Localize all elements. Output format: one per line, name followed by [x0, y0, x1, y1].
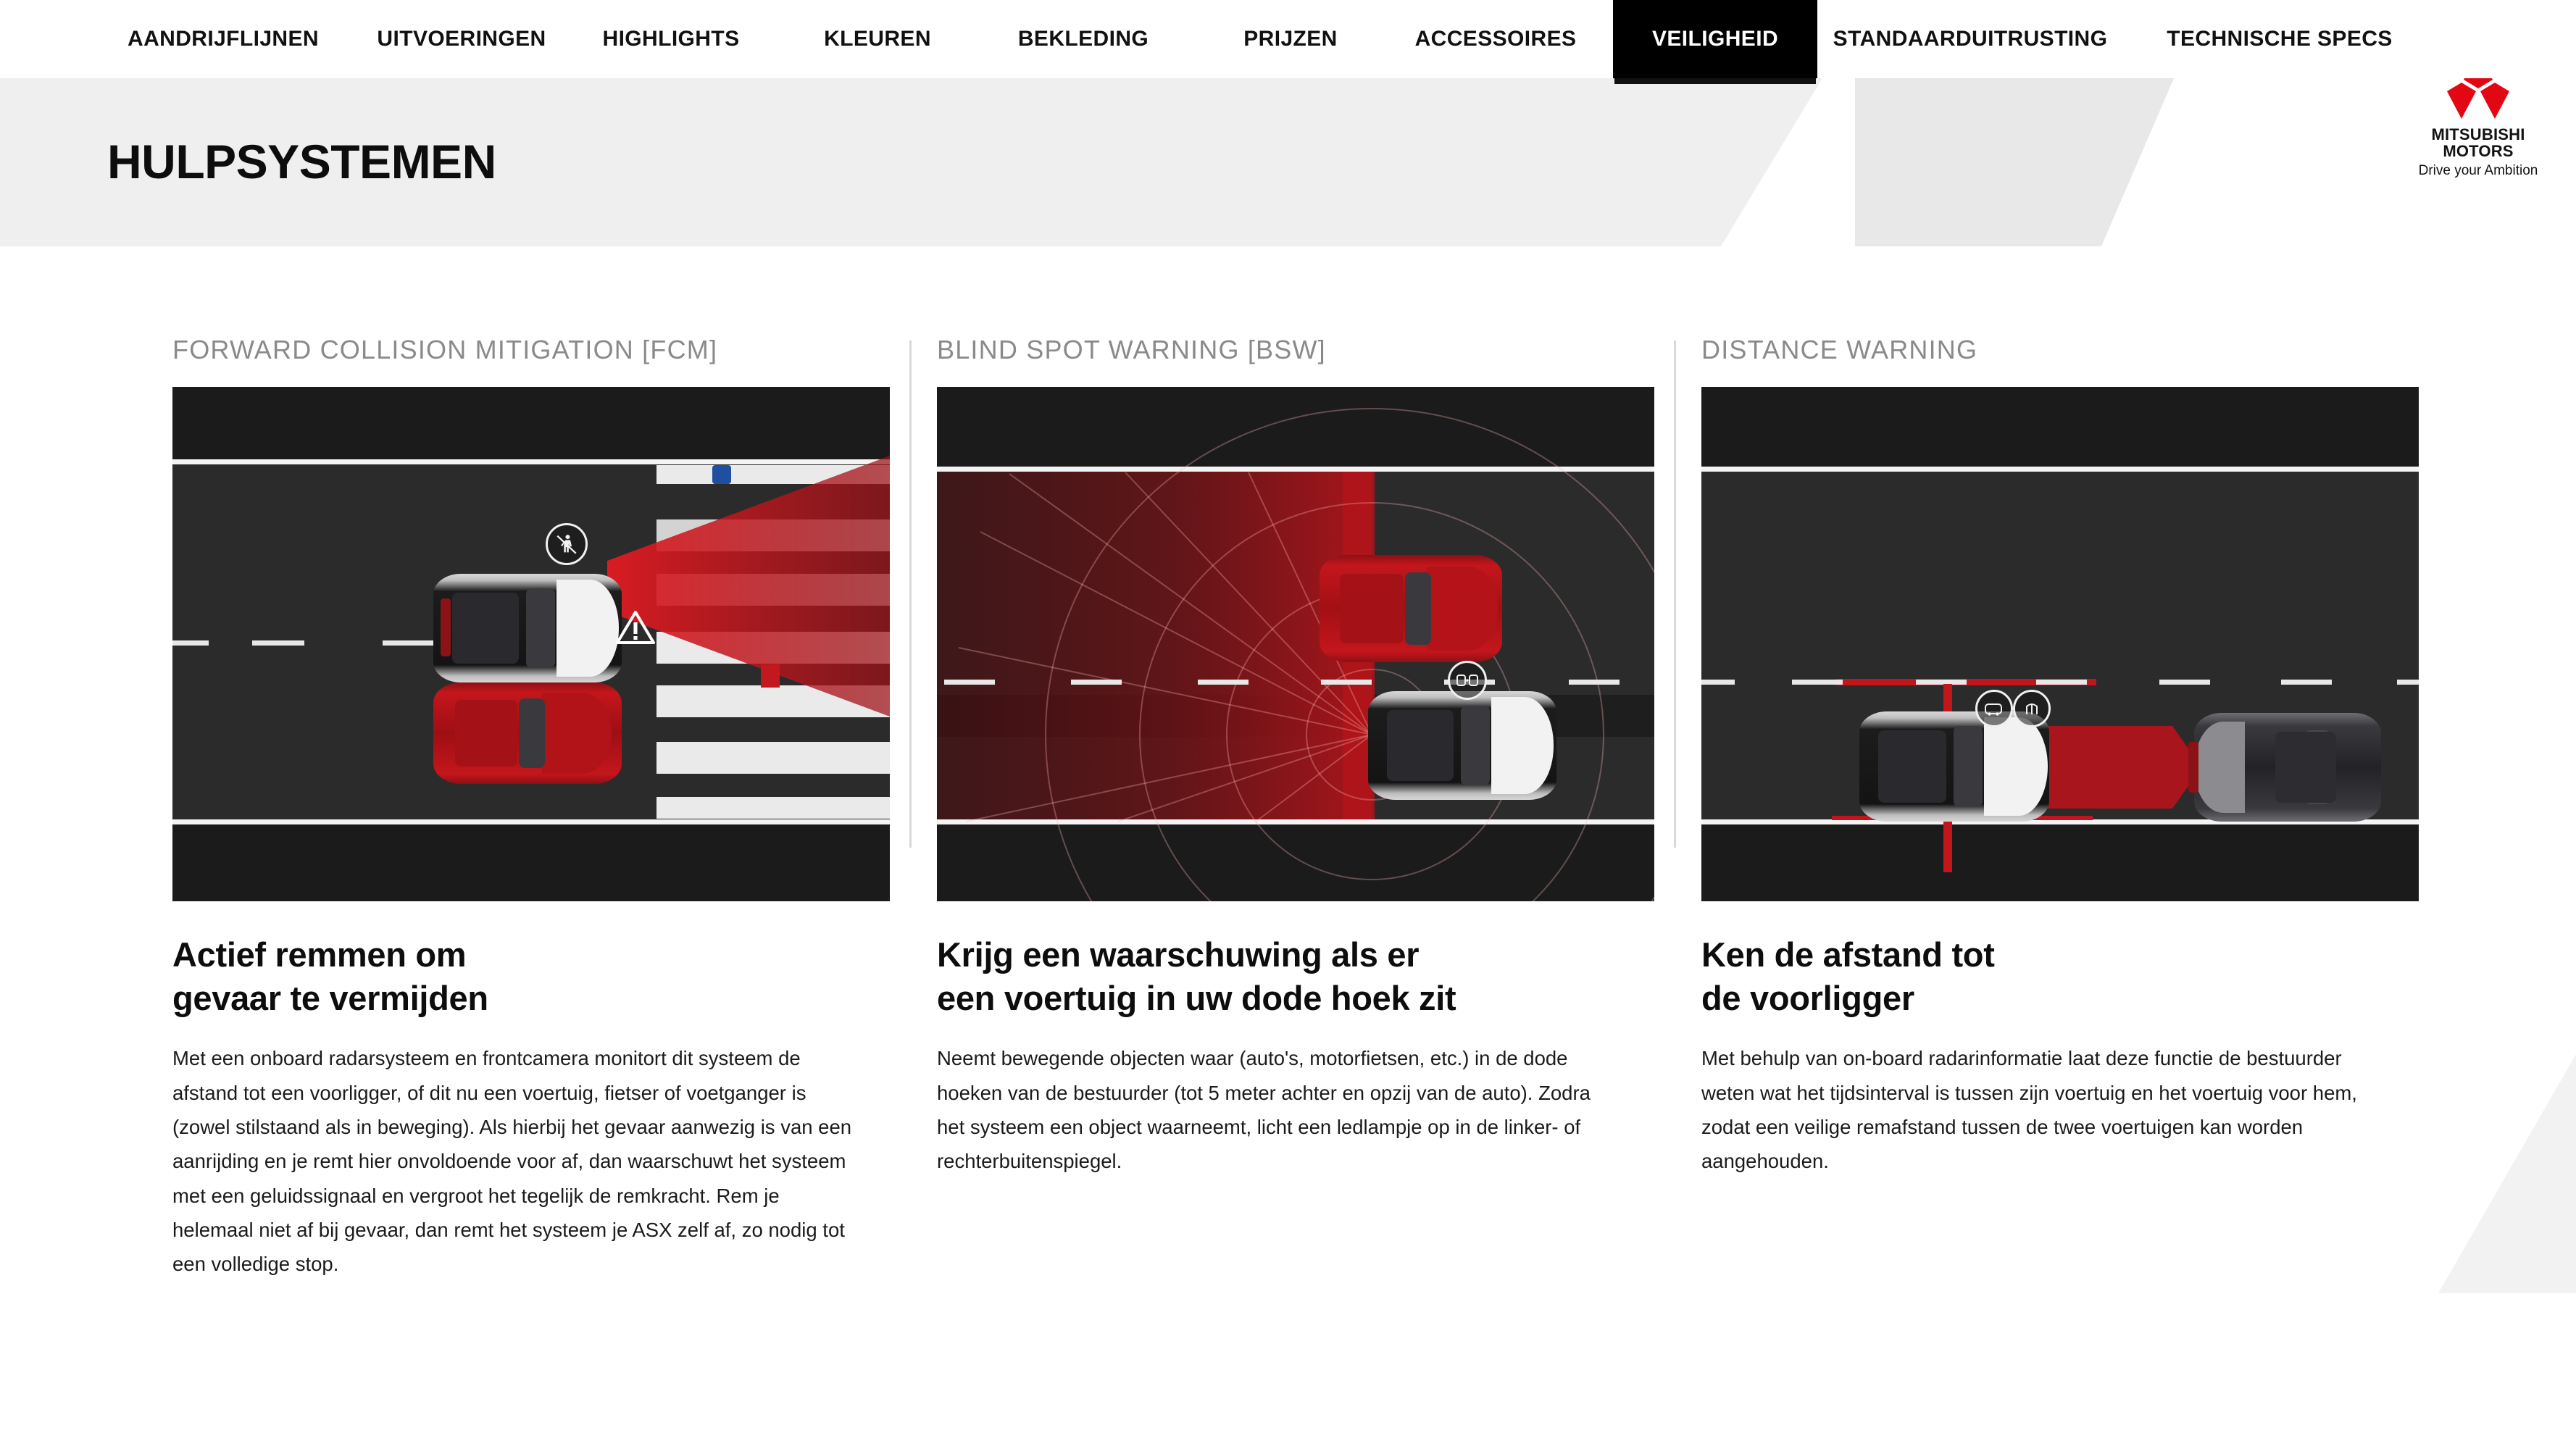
nav-item-uitvoeringen[interactable]: UITVOERINGEN	[371, 0, 552, 78]
lead-vehicle-grey	[2188, 713, 2381, 822]
nav-item-bekleding[interactable]: BEKLEDING	[1007, 0, 1159, 78]
logo-wordmark-line1: MITSUBISHI	[2431, 125, 2525, 143]
column-heading-bsw-line2: een voertuig in uw dode hoek zit	[937, 978, 1456, 1017]
column-heading-fcm: Actief remmen om gevaar te vermijden	[172, 933, 890, 1019]
column-divider-1	[909, 341, 912, 848]
decorative-corner-wedge	[2438, 1054, 2576, 1293]
column-heading-distance-warning-line1: Ken de afstand tot	[1701, 935, 1995, 974]
blind-spot-warning-icon	[1448, 661, 1487, 700]
nav-item-standaarduitrusting[interactable]: STANDAARDUITRUSTING	[1833, 0, 2107, 78]
obstacle-marker	[761, 664, 780, 688]
column-heading-fcm-line2: gevaar te vermijden	[172, 978, 488, 1017]
warning-triangle-icon	[616, 610, 655, 648]
distance-warning-icon	[1975, 690, 2013, 727]
pedestrian-marker	[712, 465, 731, 484]
page-title: HULPSYSTEMEN	[107, 135, 496, 188]
logo-wordmark-line2: MOTORS	[2443, 142, 2514, 160]
column-kicker-fcm: FORWARD COLLISION MITIGATION [FCM]	[172, 335, 718, 364]
column-kicker-bsw: BLIND SPOT WARNING [BSW]	[937, 335, 1326, 364]
vehicle-ahead-icon	[2013, 690, 2051, 727]
column-heading-distance-warning-line2: de voorligger	[1701, 978, 1914, 1017]
column-heading-bsw: Krijg een waarschuwing als er een voertu…	[937, 933, 1654, 1019]
column-divider-2	[1674, 341, 1676, 848]
nav-item-highlights[interactable]: HIGHLIGHTS	[594, 0, 748, 78]
pedestrian-detection-icon	[546, 523, 588, 565]
main-navigation: AANDRIJFLIJNEN UITVOERINGEN HIGHLIGHTS K…	[0, 0, 2576, 78]
ego-vehicle	[1859, 711, 2049, 822]
nav-item-accessoires[interactable]: ACCESSOIRES	[1412, 0, 1580, 78]
column-heading-bsw-line1: Krijg een waarschuwing als er	[937, 935, 1420, 974]
column-body-bsw: Neemt bewegende objecten waar (auto's, m…	[937, 1047, 1591, 1173]
nav-item-veiligheid[interactable]: VEILIGHEID	[1613, 0, 1817, 78]
column-body-fcm: Met een onboard radarsysteem en frontcam…	[172, 1047, 852, 1276]
radar-fan-bsw	[937, 408, 1654, 901]
active-tab-underline	[1614, 78, 1816, 84]
distance-band	[2013, 726, 2201, 809]
nav-item-kleuren[interactable]: KLEUREN	[815, 0, 940, 78]
logo-tagline: Drive your Ambition	[2418, 163, 2538, 178]
figure-distance-warning	[1701, 387, 2419, 901]
feature-column-distance-warning: DISTANCE WARNING Ken de afstand tot de v…	[1701, 246, 2419, 1179]
figure-fcm	[172, 387, 890, 901]
column-heading-distance-warning: Ken de afstand tot de voorligger	[1701, 933, 2419, 1019]
ego-vehicle	[433, 574, 622, 682]
column-kicker-distance-warning: DISTANCE WARNING	[1701, 335, 1978, 364]
column-body-distance-warning: Met behulp van on-board radarinformatie …	[1701, 1047, 2357, 1173]
column-heading-fcm-line1: Actief remmen om	[172, 935, 467, 974]
page-root: AANDRIJFLIJNEN UITVOERINGEN HIGHLIGHTS K…	[0, 0, 2576, 1449]
logo-wordmark: MITSUBISHI MOTORS	[2406, 126, 2551, 159]
other-vehicle-red	[433, 682, 622, 784]
nav-item-aandrijflijnen[interactable]: AANDRIJFLIJNEN	[122, 0, 325, 78]
nav-item-technische-specs[interactable]: TECHNISCHE SPECS	[2163, 0, 2396, 78]
nav-item-prijzen[interactable]: PRIJZEN	[1230, 0, 1351, 78]
blind-spot-vehicle-red	[1320, 555, 1502, 662]
feature-column-bsw: BLIND SPOT WARNING [BSW] Krijg een waars…	[937, 246, 1654, 1179]
figure-bsw	[937, 387, 1654, 901]
ego-vehicle	[1368, 691, 1556, 800]
content-area: FORWARD COLLISION MITIGATION [FCM] Actie…	[107, 246, 2576, 1449]
feature-column-fcm: FORWARD COLLISION MITIGATION [FCM] Actie…	[172, 246, 890, 1281]
